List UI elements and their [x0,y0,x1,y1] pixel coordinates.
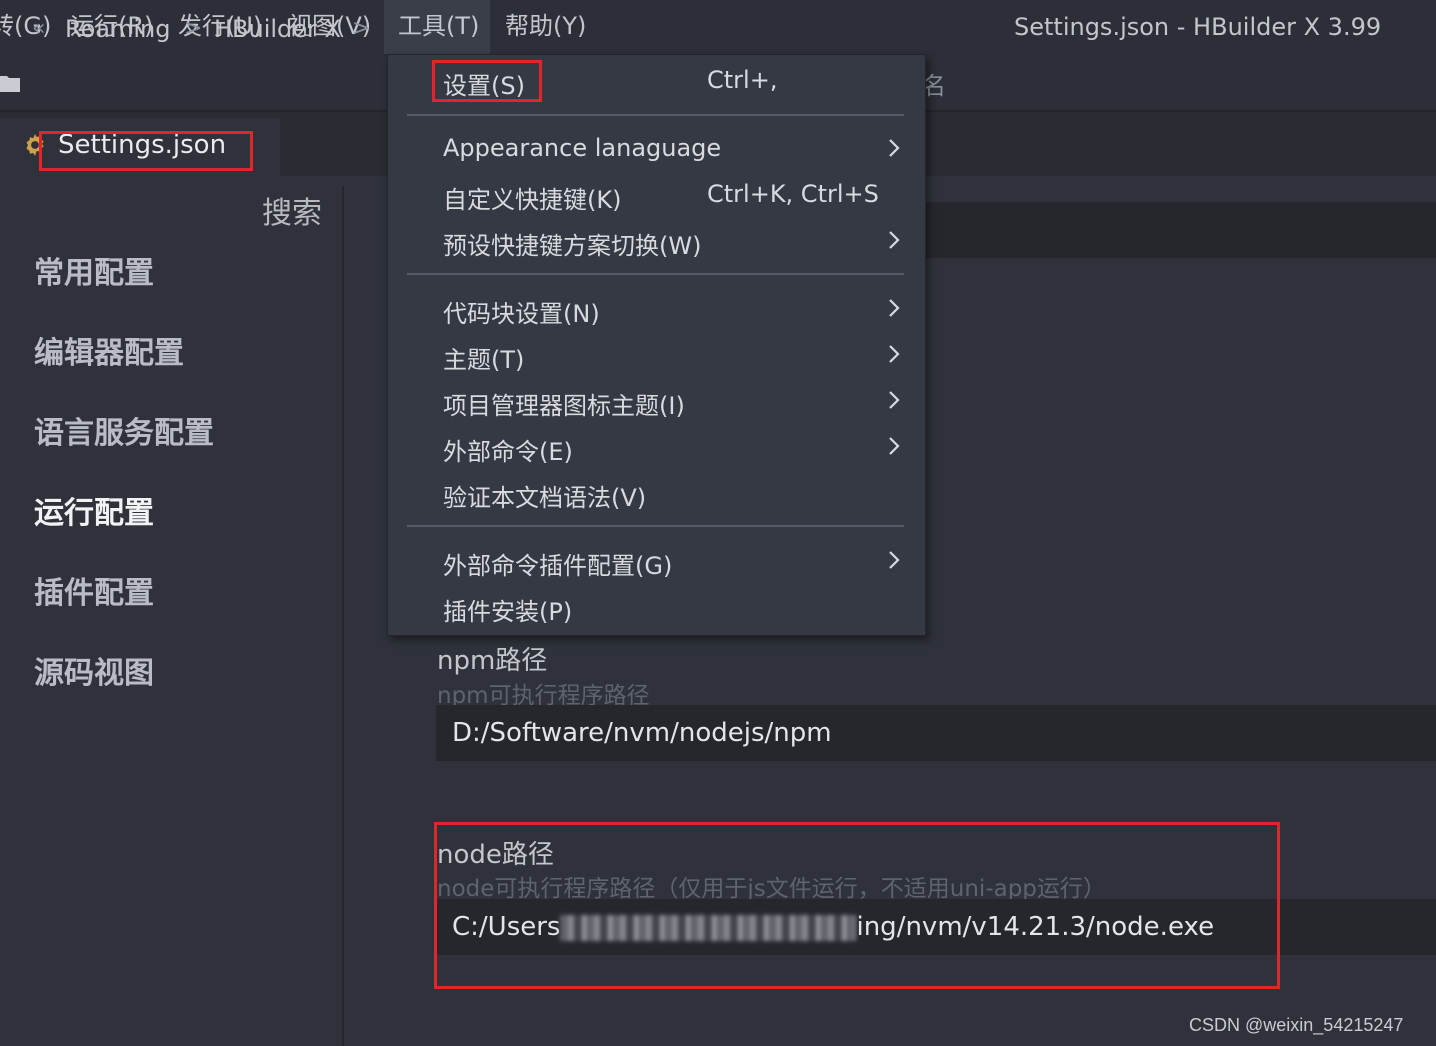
chevron-right-icon [889,231,900,249]
settings-input-hidden[interactable] [900,202,1436,258]
breadcrumb-separator-icon: > [352,16,371,41]
highlight-settings-box [432,60,542,102]
menu-help[interactable]: 帮助(Y) [505,0,586,54]
folder-icon [0,76,20,92]
breadcrumb-item-hbuilder[interactable]: HBuilder X [214,0,341,56]
highlight-tab-box [39,131,253,171]
breadcrumb-back-icon[interactable]: « [32,0,45,56]
menu-item-validate-syntax[interactable]: 验证本文档语法(V) [443,478,646,513]
sidebar-item-source-view[interactable]: 源码视图 [34,648,154,692]
menu-divider [407,273,904,275]
menu-divider [407,114,904,116]
menu-divider [407,525,904,527]
window-title: Settings.json - HBuilder X 3.99 [1014,13,1382,41]
chevron-right-icon [889,139,900,157]
menu-item-snippets[interactable]: 代码块设置(N) [443,294,600,329]
npm-path-title: npm路径 [437,646,548,676]
menu-item-custom-keys[interactable]: 自定义快捷键(K) [443,180,621,215]
sidebar-divider [342,186,344,1046]
chevron-right-icon [889,437,900,455]
menu-item-ext-cmd-plugin[interactable]: 外部命令插件配置(G) [443,546,672,581]
menu-item-external-command[interactable]: 外部命令(E) [443,432,573,467]
menu-item-preset-keys[interactable]: 预设快捷键方案切换(W) [443,226,701,261]
highlight-node-box [434,822,1280,989]
chevron-right-icon [889,299,900,317]
menu-item-plugin-install[interactable]: 插件安装(P) [443,592,572,627]
sidebar-item-language-service[interactable]: 语言服务配置 [34,408,214,452]
menu-item-custom-keys-shortcut: Ctrl+K, Ctrl+S [707,180,879,208]
sidebar-item-common[interactable]: 常用配置 [34,248,154,292]
breadcrumb-separator-icon: > [184,16,203,41]
search-label[interactable]: 搜索 [262,188,322,232]
watermark: CSDN @weixin_54215247 [1189,1015,1404,1035]
menu-tools[interactable]: 工具(T) [384,0,490,54]
menu-item-icon-theme[interactable]: 项目管理器图标主题(I) [443,386,685,421]
sidebar-item-plugin[interactable]: 插件配置 [34,568,154,612]
npm-path-input[interactable]: D:/Software/nvm/nodejs/npm [436,705,1436,761]
menu-item-theme[interactable]: 主题(T) [443,340,524,375]
sidebar-item-editor[interactable]: 编辑器配置 [34,328,184,372]
chevron-right-icon [889,345,900,363]
chevron-right-icon [889,551,900,569]
sidebar-item-run[interactable]: 运行配置 [34,488,154,532]
menu-item-settings-shortcut: Ctrl+, [707,66,778,94]
chevron-right-icon [889,391,900,409]
menu-item-appearance[interactable]: Appearance lanaguage [443,134,721,162]
breadcrumb-item-roaming[interactable]: Roaming [65,0,170,56]
